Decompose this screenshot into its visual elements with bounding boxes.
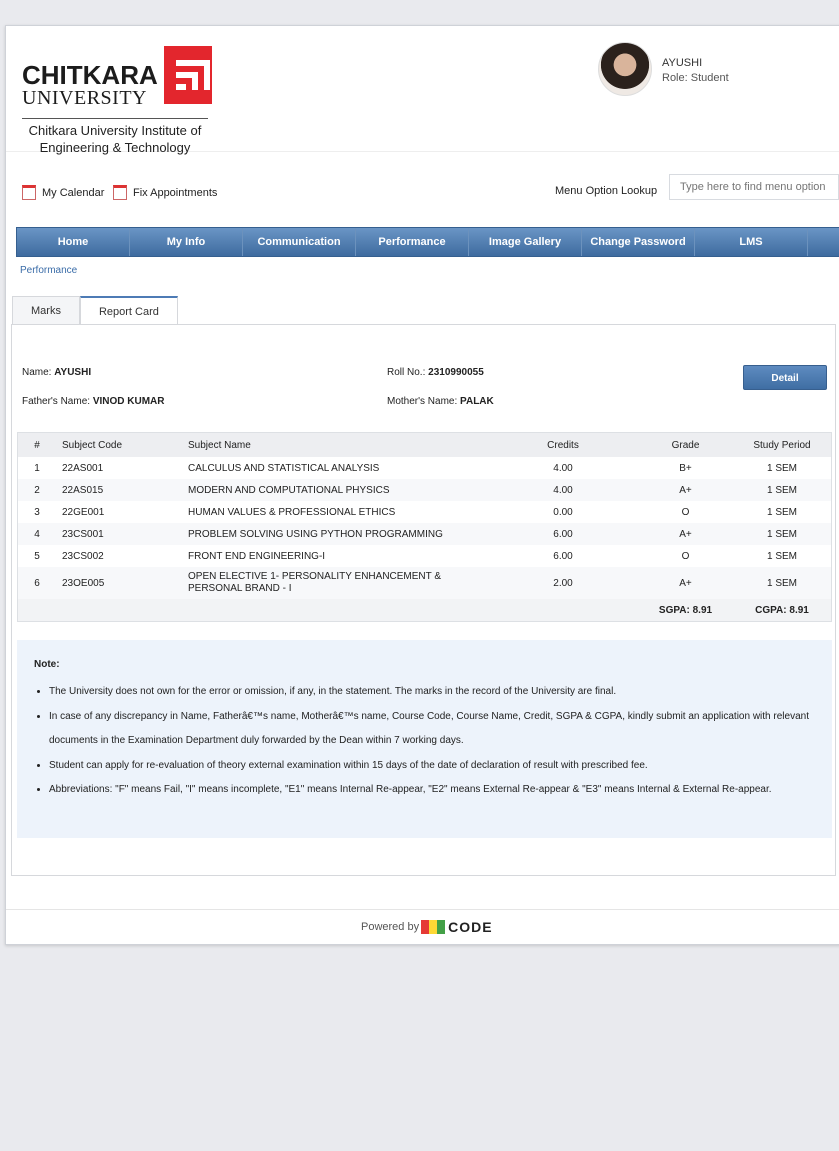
table-row: 6 23OE005 OPEN ELECTIVE 1- PERSONALITY E…	[17, 567, 832, 599]
powered-by: Powered by CODE	[361, 919, 493, 935]
tab-marks[interactable]: Marks	[12, 296, 80, 324]
logo-divider	[22, 118, 208, 119]
appointment-icon	[113, 185, 127, 200]
header: CHITKARA UNIVERSITY Chitkara University …	[6, 26, 839, 155]
col-grade: Grade	[638, 432, 733, 457]
mother-name: Mother's Name: PALAK	[387, 396, 494, 407]
breadcrumb[interactable]: Performance	[20, 265, 77, 276]
university-logo[interactable]: CHITKARA UNIVERSITY Chitkara University …	[22, 44, 212, 156]
report-card-panel: Name: AYUSHI Roll No.: 2310990055 Father…	[11, 324, 836, 876]
note-title: Note:	[34, 659, 60, 670]
nav-lms[interactable]: LMS	[695, 228, 808, 256]
logo-name: CHITKARA	[22, 60, 158, 90]
user-profile[interactable]: AYUSHI Role: Student	[598, 42, 729, 96]
father-name: Father's Name: VINOD KUMAR	[22, 396, 165, 407]
results-table: # Subject Code Subject Name Credits Grad…	[17, 432, 832, 622]
institute-line-2: Engineering & Technology	[39, 140, 191, 155]
powered-by-label: Powered by	[361, 921, 420, 933]
nav-image-gallery[interactable]: Image Gallery	[469, 228, 582, 256]
my-calendar-link[interactable]: My Calendar	[22, 185, 104, 200]
note-item: Abbreviations: "F" means Fail, "I" means…	[49, 778, 819, 803]
table-row: 4 23CS001 PROBLEM SOLVING USING PYTHON P…	[17, 523, 832, 545]
table-row: 2 22AS015 MODERN AND COMPUTATIONAL PHYSI…	[17, 479, 832, 501]
nav-communication[interactable]: Communication	[243, 228, 356, 256]
roll-number: Roll No.: 2310990055	[387, 367, 484, 378]
tab-bar: Marks Report Card	[12, 296, 178, 324]
institute-line-1: Chitkara University Institute of	[28, 123, 202, 138]
detail-button[interactable]: Detail	[743, 365, 827, 390]
note-item: In case of any discrepancy in Name, Fath…	[49, 705, 819, 754]
nav-home[interactable]: Home	[17, 228, 130, 256]
user-role: Role: Student	[662, 72, 729, 84]
table-header-row: # Subject Code Subject Name Credits Grad…	[17, 432, 832, 457]
tab-report-card[interactable]: Report Card	[79, 296, 178, 324]
portal-page: CHITKARA UNIVERSITY Chitkara University …	[5, 25, 839, 945]
nav-performance[interactable]: Performance	[356, 228, 469, 256]
totals-row: SGPA: 8.91 CGPA: 8.91	[17, 599, 832, 622]
table-row: 5 23CS002 FRONT END ENGINEERING-I 6.00 O…	[34, 550, 797, 562]
col-study-period: Study Period	[733, 432, 832, 457]
student-name: Name: AYUSHI	[22, 367, 92, 378]
col-number: #	[17, 432, 56, 457]
calendar-icon	[22, 185, 36, 200]
note-item: Student can apply for re-evaluation of t…	[49, 754, 819, 779]
nav-my-info[interactable]: My Info	[130, 228, 243, 256]
toolbar: My Calendar Fix Appointments Menu Option…	[6, 174, 839, 211]
nav-change-password[interactable]: Change Password	[582, 228, 695, 256]
institute-name: Chitkara University Institute of Enginee…	[22, 122, 208, 156]
note-panel: Note: The University does not own for th…	[17, 640, 832, 838]
fix-appointments-link[interactable]: Fix Appointments	[113, 185, 217, 200]
fix-appointments-label: Fix Appointments	[133, 186, 218, 199]
note-list: The University does not own for the erro…	[34, 680, 819, 803]
col-credits: Credits	[488, 432, 638, 457]
footer: Powered by CODE	[6, 909, 839, 944]
menu-lookup-input[interactable]	[669, 174, 839, 200]
logo-mark-icon	[163, 46, 212, 104]
user-name: AYUSHI	[662, 57, 703, 69]
note-item: The University does not own for the erro…	[49, 680, 819, 705]
code-logo-icon: CODE	[421, 919, 492, 935]
logo-university: UNIVERSITY	[22, 87, 147, 109]
main-nav: Home My Info Communication Performance I…	[16, 227, 839, 257]
code-brand: CODE	[448, 919, 493, 935]
my-calendar-label: My Calendar	[42, 186, 105, 199]
table-row: 3 22GE001 HUMAN VALUES & PROFESSIONAL ET…	[34, 506, 797, 518]
menu-lookup-label: Menu Option Lookup	[555, 185, 658, 197]
col-subject-code: Subject Code	[56, 432, 180, 457]
table-row: 1 22AS001 CALCULUS AND STATISTICAL ANALY…	[34, 462, 797, 474]
col-subject-name: Subject Name	[180, 432, 488, 457]
sgpa-value: SGPA: 8.91	[638, 599, 733, 622]
cgpa-value: CGPA: 8.91	[733, 599, 832, 622]
avatar[interactable]	[598, 42, 652, 96]
